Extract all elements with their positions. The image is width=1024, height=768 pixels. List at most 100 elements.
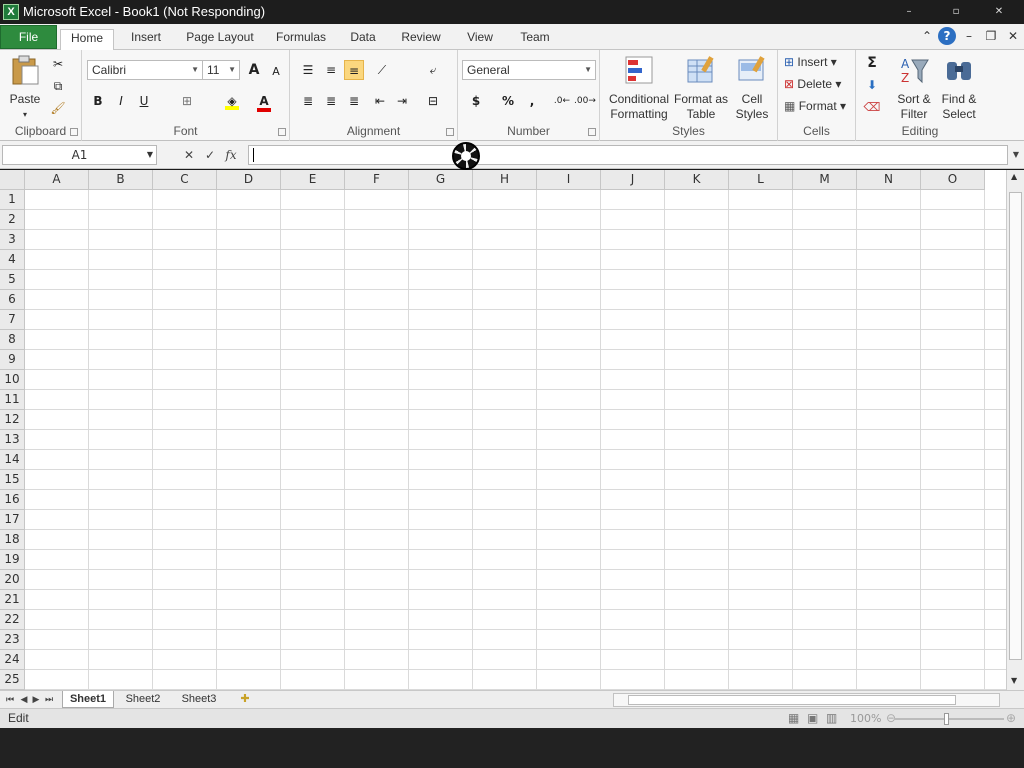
help-icon[interactable]: ? — [938, 27, 956, 45]
prev-sheet-icon[interactable]: ◀ — [18, 692, 30, 708]
zoom-in-icon[interactable]: ⊕ — [1006, 711, 1016, 725]
row-header[interactable]: 10 — [0, 370, 25, 390]
row-header[interactable]: 24 — [0, 650, 25, 670]
column-header[interactable]: H — [473, 170, 537, 190]
italic-button[interactable]: I — [111, 91, 131, 111]
column-header[interactable]: F — [345, 170, 409, 190]
align-middle-icon[interactable]: ≡ — [321, 60, 341, 80]
sheet-tab-sheet2[interactable]: Sheet2 — [120, 691, 166, 708]
shrink-font-button[interactable]: A — [266, 62, 286, 82]
paste-button[interactable]: Paste ▾ — [6, 54, 44, 122]
underline-button[interactable]: U — [134, 91, 154, 111]
vertical-scroll-thumb[interactable] — [1009, 192, 1022, 660]
decrease-decimal-icon[interactable]: .00→ — [574, 91, 596, 111]
font-launcher-icon[interactable] — [278, 128, 286, 136]
normal-view-icon[interactable]: ▦ — [788, 711, 799, 725]
next-sheet-icon[interactable]: ▶ — [30, 692, 42, 708]
format-as-table-button[interactable]: Format as Table — [674, 54, 728, 122]
comma-button[interactable]: , — [522, 91, 542, 111]
horizontal-scrollbar[interactable] — [613, 693, 1000, 707]
column-header[interactable]: K — [665, 170, 729, 190]
column-header[interactable]: N — [857, 170, 921, 190]
percent-button[interactable]: % — [498, 91, 518, 111]
minimize-button[interactable]: – — [894, 4, 924, 20]
align-center-icon[interactable]: ≣ — [321, 91, 341, 111]
workbook-close-icon[interactable]: ✕ — [1004, 27, 1022, 45]
zoom-slider-knob[interactable] — [944, 713, 949, 725]
excel-app-icon[interactable]: X — [3, 4, 19, 20]
row-header[interactable]: 4 — [0, 250, 25, 270]
row-header[interactable]: 12 — [0, 410, 25, 430]
column-header[interactable]: J — [601, 170, 665, 190]
zoom-level[interactable]: 100% — [850, 712, 881, 725]
tab-view[interactable]: View — [462, 29, 498, 50]
row-header[interactable]: 9 — [0, 350, 25, 370]
alignment-launcher-icon[interactable] — [446, 128, 454, 136]
first-sheet-icon[interactable]: ⏮ — [4, 692, 16, 708]
column-header[interactable]: I — [537, 170, 601, 190]
format-cells-button[interactable]: ▦ Format ▾ — [784, 99, 846, 113]
font-size-select[interactable]: 11 ▼ — [202, 60, 240, 80]
clear-icon[interactable]: ⌫ — [862, 97, 882, 117]
increase-decimal-icon[interactable]: .0← — [552, 91, 572, 111]
merge-center-icon[interactable]: ⊟ — [423, 91, 443, 111]
tab-team[interactable]: Team — [516, 29, 554, 50]
column-header[interactable]: O — [921, 170, 985, 190]
insert-cells-button[interactable]: ⊞ Insert ▾ — [784, 55, 837, 69]
row-header[interactable]: 14 — [0, 450, 25, 470]
align-top-icon[interactable]: ☰ — [298, 60, 318, 80]
row-header[interactable]: 21 — [0, 590, 25, 610]
cancel-entry-button[interactable]: ✕ — [180, 146, 198, 164]
row-header[interactable]: 17 — [0, 510, 25, 530]
align-bottom-icon[interactable]: ≡ — [344, 60, 364, 80]
maximize-button[interactable]: ▫ — [941, 4, 971, 20]
insert-sheet-icon[interactable]: ✚ — [234, 691, 256, 708]
page-layout-view-icon[interactable]: ▣ — [807, 711, 818, 725]
tab-review[interactable]: Review — [396, 29, 446, 50]
wrap-text-icon[interactable]: ⤶ — [423, 60, 443, 80]
fill-icon[interactable]: ⬇ — [862, 75, 882, 95]
tab-insert[interactable]: Insert — [124, 29, 168, 50]
column-header[interactable]: D — [217, 170, 281, 190]
zoom-slider[interactable] — [894, 713, 1004, 725]
cut-icon[interactable]: ✂ — [48, 54, 68, 74]
column-header[interactable]: B — [89, 170, 153, 190]
scroll-up-icon[interactable]: ▲ — [1011, 172, 1017, 181]
grow-font-button[interactable]: A — [244, 60, 264, 80]
column-header[interactable]: A — [25, 170, 89, 190]
insert-function-button[interactable]: fx — [222, 146, 240, 164]
row-header[interactable]: 23 — [0, 630, 25, 650]
fill-color-icon[interactable]: ◈ — [222, 91, 242, 111]
row-header[interactable]: 8 — [0, 330, 25, 350]
select-all-corner[interactable] — [0, 170, 25, 190]
sort-filter-button[interactable]: AZ Sort & Filter — [892, 54, 936, 122]
column-header[interactable]: C — [153, 170, 217, 190]
tab-home[interactable]: Home — [60, 29, 114, 51]
scroll-down-icon[interactable]: ▼ — [1011, 676, 1017, 685]
orientation-icon[interactable]: ⟋ — [372, 60, 392, 80]
workbook-minimize-icon[interactable]: – — [960, 27, 978, 45]
row-header[interactable]: 7 — [0, 310, 25, 330]
align-right-icon[interactable]: ≣ — [344, 91, 364, 111]
column-header[interactable]: L — [729, 170, 793, 190]
row-header[interactable]: 5 — [0, 270, 25, 290]
column-header[interactable]: G — [409, 170, 473, 190]
sheet-tab-sheet3[interactable]: Sheet3 — [176, 691, 222, 708]
sheet-tab-sheet1[interactable]: Sheet1 — [62, 691, 114, 708]
row-header[interactable]: 13 — [0, 430, 25, 450]
ribbon-collapse-icon[interactable]: ⌃ — [918, 27, 936, 45]
column-header[interactable]: M — [793, 170, 857, 190]
enter-entry-button[interactable]: ✓ — [201, 146, 219, 164]
vertical-scrollbar[interactable]: ▲ ▼ — [1006, 170, 1024, 690]
workbook-restore-icon[interactable]: ❐ — [982, 27, 1000, 45]
row-header[interactable]: 3 — [0, 230, 25, 250]
row-header[interactable]: 19 — [0, 550, 25, 570]
tab-file[interactable]: File — [0, 25, 57, 49]
tab-data[interactable]: Data — [345, 29, 381, 50]
horizontal-scroll-thumb[interactable] — [628, 695, 956, 705]
row-header[interactable]: 1 — [0, 190, 25, 210]
increase-indent-icon[interactable]: ⇥ — [392, 91, 412, 111]
decrease-indent-icon[interactable]: ⇤ — [370, 91, 390, 111]
bold-button[interactable]: B — [88, 91, 108, 111]
autosum-button[interactable]: Σ — [862, 53, 882, 73]
